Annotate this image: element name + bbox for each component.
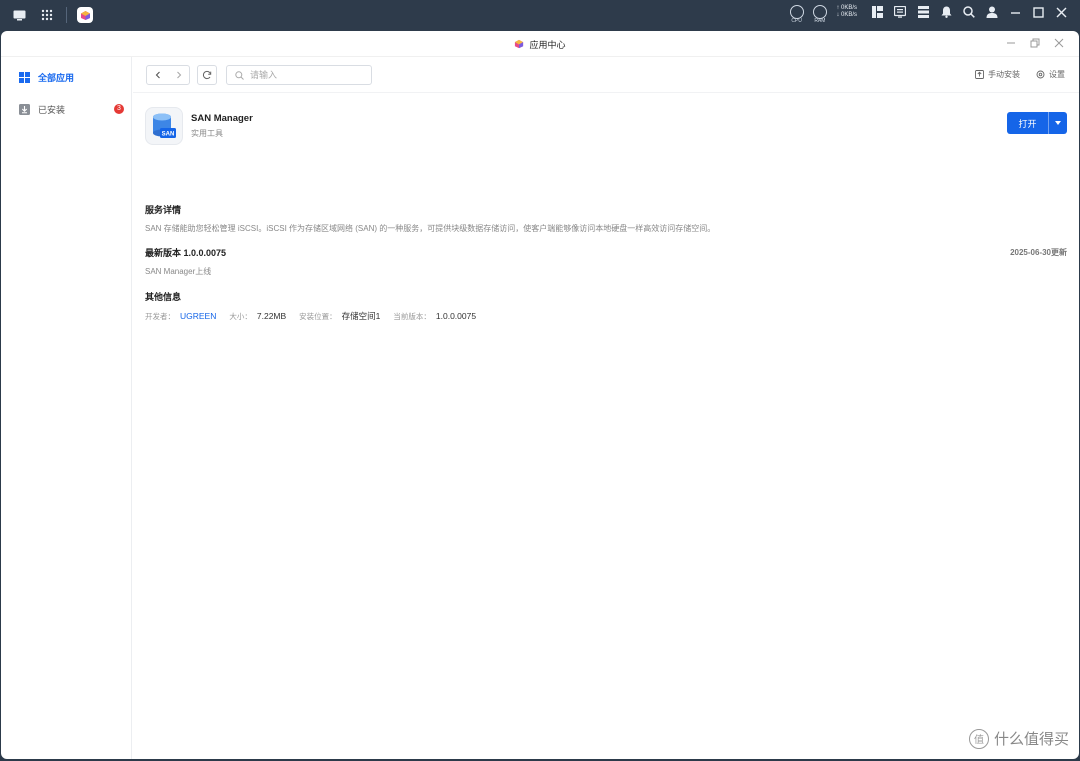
desktop-icon[interactable] (10, 6, 28, 24)
app-center-taskbar-icon[interactable] (77, 7, 93, 23)
gear-icon (1036, 70, 1045, 79)
watermark: 值 什么值得买 (968, 728, 1069, 749)
search-box[interactable] (226, 65, 372, 85)
app-icon-text: SAN (162, 132, 175, 138)
other-info-section: 其他信息 开发者： UGREEN 大小： 7.22MB 安装位置： 存储空间1 … (145, 290, 484, 322)
refresh-icon (202, 70, 212, 80)
bell-icon[interactable] (939, 5, 953, 19)
current-version-value: 1.0.0.0075 (435, 311, 477, 321)
manual-install-button[interactable]: 手动安装 (975, 69, 1020, 80)
monitor-icon[interactable] (893, 5, 907, 19)
current-version-label: 当前版本： (393, 312, 431, 321)
service-details-text: SAN 存储能助您轻松管理 iSCSI。iSCSI 作为存储区域网络 (SAN)… (145, 224, 716, 233)
ram-label: RAM (814, 18, 826, 24)
release-notes: SAN Manager上线 (145, 267, 212, 276)
open-split-button: 打开 (1007, 112, 1067, 134)
window-title: 应用中心 (1, 38, 1079, 51)
sidebar-item-all-apps[interactable]: 全部应用 (1, 61, 131, 93)
toolbar: 手动安装 设置 (133, 57, 1079, 93)
nav-buttons (146, 65, 190, 85)
window-close-button[interactable] (1053, 36, 1065, 50)
watermark-logo-icon: 值 (968, 728, 989, 749)
user-icon[interactable] (985, 5, 999, 19)
install-location-label: 安装位置： (299, 312, 337, 321)
task-list-icon[interactable] (916, 5, 930, 19)
install-location-value: 存储空间1 (341, 311, 381, 321)
app-name: SAN Manager (191, 113, 253, 124)
settings-label: 设置 (1049, 70, 1065, 79)
net-up-speed: ↑ 0KB/s (836, 5, 857, 11)
refresh-button[interactable] (197, 65, 217, 85)
version-update-date: 2025-06-30更新 (1010, 248, 1067, 257)
san-manager-app-icon: SAN (145, 107, 183, 145)
search-input[interactable] (250, 70, 360, 80)
search-icon[interactable] (962, 5, 976, 19)
cpu-label: CPU (791, 18, 802, 24)
sidebar-item-installed[interactable]: 已安装 3 (1, 93, 131, 125)
ram-meter-icon[interactable]: RAM (813, 5, 828, 24)
app-center-logo-icon (514, 39, 524, 51)
close-icon[interactable] (1054, 5, 1068, 19)
app-category: 实用工具 (191, 129, 223, 138)
net-down-speed: ↓ 0KB/s (836, 12, 857, 18)
upload-icon (975, 70, 984, 79)
minimize-all-icon[interactable] (1008, 5, 1022, 19)
back-button[interactable] (147, 66, 168, 84)
size-label: 大小： (229, 312, 252, 321)
cpu-meter-icon[interactable]: CPU (790, 5, 805, 24)
open-button[interactable]: 打开 (1007, 112, 1049, 134)
app-header: SAN SAN Manager 实用工具 (145, 107, 253, 145)
window-minimize-button[interactable] (1005, 36, 1017, 50)
grid-icon (19, 71, 30, 83)
os-taskbar: CPU RAM ↑ 0KB/s ↓ 0KB/s (0, 0, 1080, 31)
settings-button[interactable]: 设置 (1036, 69, 1065, 80)
installed-count-badge: 3 (114, 104, 124, 114)
forward-button[interactable] (168, 66, 189, 84)
service-details-section: 服务详情 SAN 存储能助您轻松管理 iSCSI。iSCSI 作为存储区域网络 … (145, 203, 715, 234)
sidebar-item-label: 全部应用 (38, 72, 75, 83)
widget-icon[interactable] (870, 5, 884, 19)
sidebar-item-label: 已安装 (38, 104, 66, 115)
caret-down-icon (1055, 121, 1061, 125)
maximize-icon[interactable] (1031, 5, 1045, 19)
manual-install-label: 手动安装 (988, 70, 1020, 79)
apps-grid-icon[interactable] (38, 6, 56, 24)
latest-version-title: 最新版本 1.0.0.0075 (145, 248, 227, 258)
size-value: 7.22MB (256, 311, 287, 321)
developer-link[interactable]: UGREEN (180, 311, 216, 321)
download-icon (19, 103, 30, 115)
developer-label: 开发者： (145, 312, 175, 321)
open-dropdown-button[interactable] (1049, 112, 1067, 134)
main-content: 手动安装 设置 SAN SAN M (133, 57, 1079, 759)
taskbar-divider (66, 7, 67, 23)
watermark-text: 什么值得买 (993, 731, 1069, 748)
window-restore-button[interactable] (1029, 36, 1041, 50)
other-info-title: 其他信息 (145, 292, 182, 302)
sidebar: 全部应用 已安装 3 (1, 57, 132, 759)
version-section: 最新版本 1.0.0.0075 SAN Manager上线 (145, 246, 226, 277)
network-speed[interactable]: ↑ 0KB/s ↓ 0KB/s (836, 5, 857, 19)
search-icon (235, 70, 244, 80)
service-details-title: 服务详情 (145, 205, 182, 215)
window-titlebar[interactable]: 应用中心 (1, 31, 1079, 57)
window-title-text: 应用中心 (529, 40, 566, 50)
app-center-window: 应用中心 全部应用 已安装 3 请输入 手动安装 设置 SAN SAN Mana… (1, 31, 1079, 759)
